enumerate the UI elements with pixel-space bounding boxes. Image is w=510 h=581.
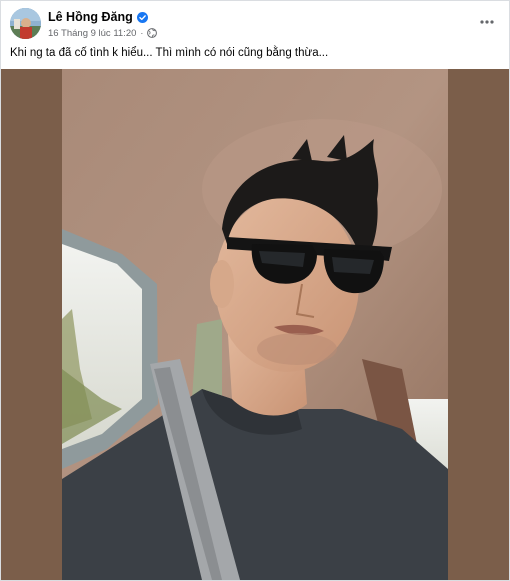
author-name[interactable]: Lê Hồng Đăng bbox=[48, 10, 133, 24]
photo-container bbox=[1, 69, 509, 580]
more-options-icon bbox=[480, 20, 494, 24]
selfie-photo-image bbox=[62, 69, 448, 580]
globe-icon[interactable] bbox=[147, 28, 158, 38]
facebook-post: Lê Hồng Đăng 16 Tháng 9 lúc 11:20 · Khi … bbox=[0, 0, 510, 581]
author-row: Lê Hồng Đăng bbox=[48, 9, 148, 25]
avatar[interactable] bbox=[10, 8, 41, 39]
avatar-image bbox=[10, 8, 41, 39]
meta-separator: · bbox=[140, 28, 144, 38]
post-photo[interactable] bbox=[62, 69, 448, 580]
verified-badge-icon bbox=[136, 11, 148, 23]
more-options-button[interactable] bbox=[476, 11, 498, 33]
post-header: Lê Hồng Đăng 16 Tháng 9 lúc 11:20 · bbox=[10, 8, 500, 40]
post-caption: Khi ng ta đã cố tình k hiểu... Thì mình … bbox=[10, 47, 329, 59]
post-timestamp[interactable]: 16 Tháng 9 lúc 11:20 bbox=[48, 28, 136, 39]
post-meta: 16 Tháng 9 lúc 11:20 · bbox=[48, 27, 158, 39]
